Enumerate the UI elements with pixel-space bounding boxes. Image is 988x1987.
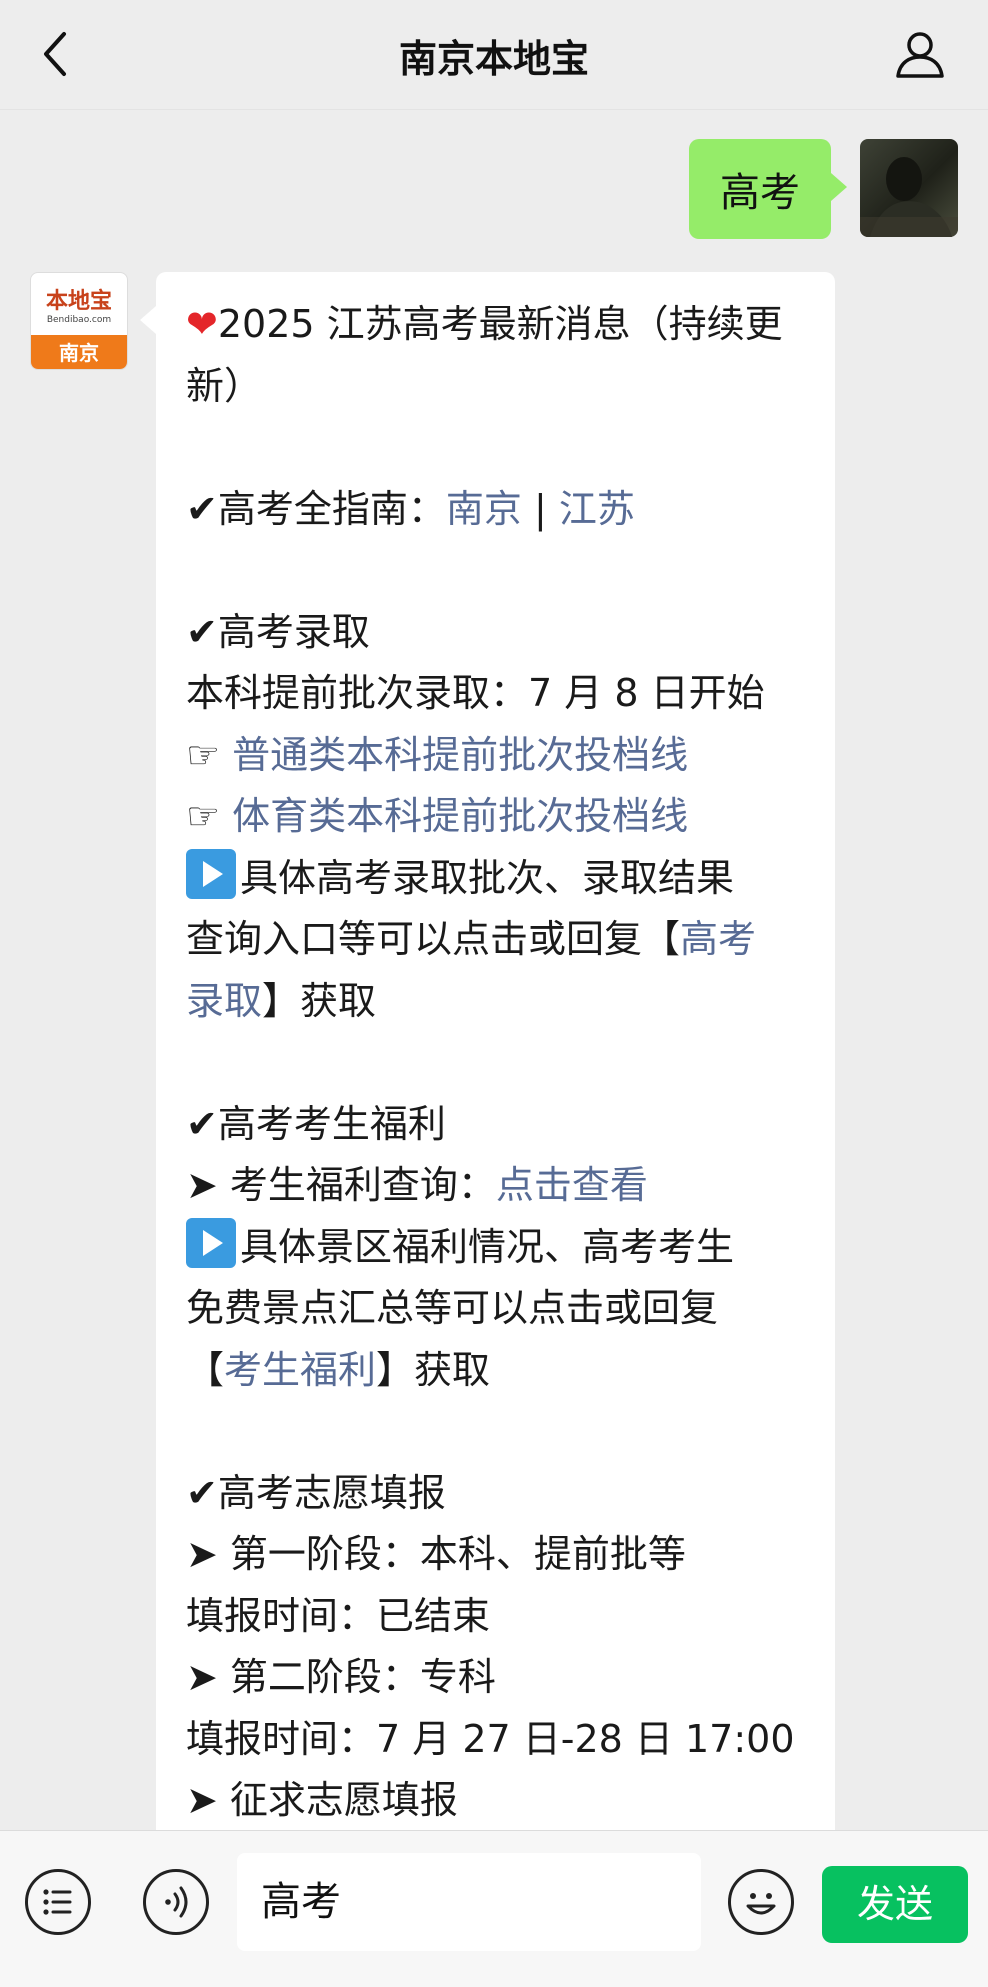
my-message-text: 高考 — [720, 170, 800, 216]
avatar-city-text: 南京 — [31, 335, 127, 369]
bot-message-bubble: ❤2025 江苏高考最新消息（持续更新） ✔高考全指南：南京 | 江苏 ✔高考录… — [140, 272, 835, 1830]
link-keyword-admission[interactable]: 高考 — [680, 917, 756, 961]
section-admission-title: ✔高考录取 — [186, 609, 370, 654]
avatar-domain-text: Bendibao.com — [46, 315, 112, 325]
my-message-bubble[interactable]: 高考 — [689, 139, 847, 239]
guide-line: ✔高考全指南：南京 | 江苏 — [186, 486, 635, 531]
emoji-icon[interactable] — [728, 1869, 794, 1935]
avatar-logo-text: 本地宝 — [45, 288, 112, 314]
voice-icon[interactable] — [143, 1869, 209, 1935]
link-line-general: ☞ 普通类本科提前批次投档线 — [186, 732, 689, 777]
link-keyword-admission-2[interactable]: 录取 — [186, 979, 262, 1023]
message-headline: ❤2025 江苏高考最新消息（持续更新） — [186, 302, 783, 408]
play-icon — [186, 1217, 236, 1268]
message-input[interactable]: 高考 — [237, 1853, 701, 1951]
section-benefits-title: ✔高考考生福利 — [186, 1101, 446, 1146]
heart-icon: ❤ — [186, 302, 218, 346]
person-icon[interactable] — [892, 26, 948, 82]
link-jiangsu[interactable]: 江苏 — [559, 487, 635, 531]
link-click-view[interactable]: 点击查看 — [496, 1163, 648, 1207]
top-bar: 南京本地宝 — [0, 0, 988, 110]
link-keyword-benefits[interactable]: 考生福利 — [224, 1348, 376, 1392]
page-title: 南京本地宝 — [398, 37, 589, 81]
link-nanjing[interactable]: 南京 — [446, 487, 522, 531]
link-sports-early-batch[interactable]: 体育类本科提前批次投档线 — [232, 794, 688, 838]
send-button[interactable]: 发送 — [822, 1866, 968, 1943]
chat-area[interactable]: 高考 本地宝 Bendibao.com 南京 ❤2025 江苏高考最新消息（持续… — [0, 110, 988, 1830]
menu-list-icon[interactable] — [25, 1869, 91, 1935]
input-bar: 高考 发送 — [0, 1830, 988, 1987]
official-account-avatar[interactable]: 本地宝 Bendibao.com 南京 — [30, 272, 128, 370]
section-application-title: ✔高考志愿填报 — [186, 1470, 446, 1515]
my-avatar[interactable] — [860, 139, 958, 237]
admission-date-line: 本科提前批次录取：7 月 8 日开始 — [186, 671, 765, 715]
play-icon — [186, 848, 236, 899]
link-line-sports: ☞ 体育类本科提前批次投档线 — [186, 794, 689, 838]
admission-info-line: 具体高考录取批次、录取结果 — [186, 848, 807, 910]
link-general-early-batch[interactable]: 普通类本科提前批次投档线 — [232, 733, 688, 777]
